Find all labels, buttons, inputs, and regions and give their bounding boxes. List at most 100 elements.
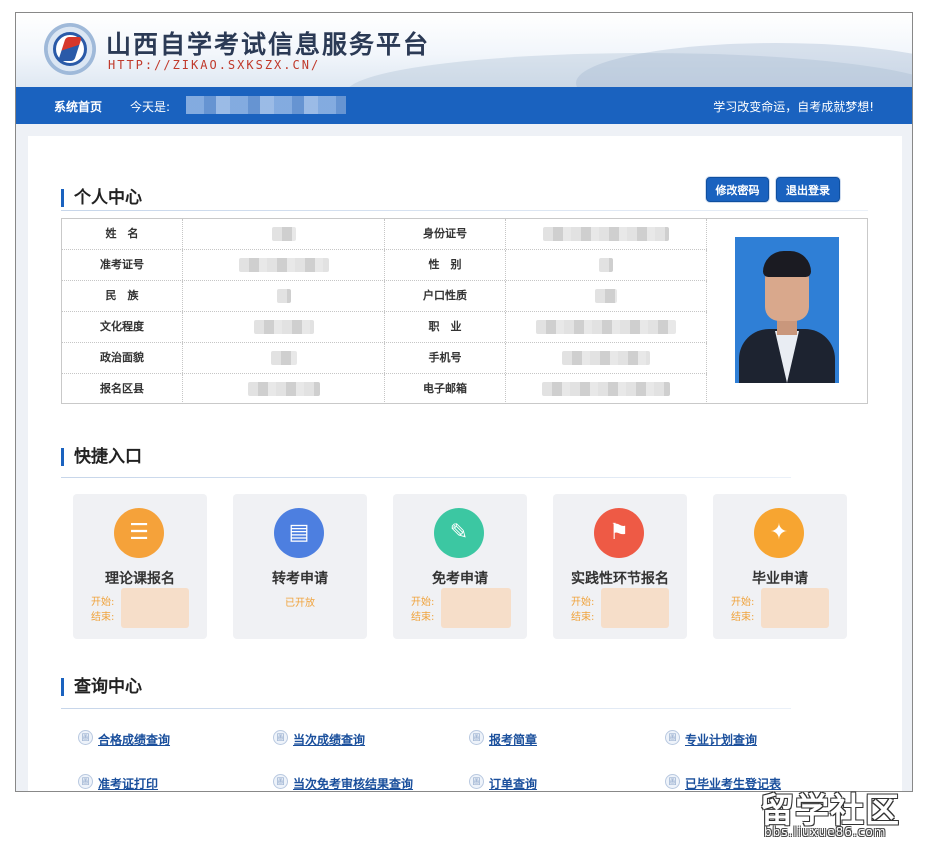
logout-button[interactable]: 退出登录: [776, 177, 840, 202]
blurred-value: [543, 227, 669, 241]
field-label-name: 姓 名: [62, 219, 183, 249]
blurred-value: [270, 351, 297, 365]
nav-slogan: 学习改变命运，自考成就梦想!: [713, 100, 874, 114]
document-icon: 圖: [273, 774, 288, 789]
end-label: 结束:: [91, 612, 115, 623]
stack-icon: ☰: [114, 508, 164, 558]
personal-center-title: 个人中心: [61, 189, 142, 207]
document-icon: 圖: [665, 774, 680, 789]
site-url[interactable]: HTTP://ZIKAO.SXKSZX.CN/: [108, 58, 320, 72]
end-label: 结束:: [411, 612, 435, 623]
browser-frame: 山西自学考试信息服务平台 HTTP://ZIKAO.SXKSZX.CN/ 系统首…: [15, 12, 913, 792]
nav-home-link[interactable]: 系统首页: [54, 98, 102, 115]
section-divider: [61, 708, 791, 709]
field-value-household-type: [506, 281, 707, 311]
query-link-current-scores[interactable]: 当次成绩查询: [293, 731, 365, 748]
blurred-value: [562, 351, 650, 365]
start-label: 开始:: [91, 597, 115, 608]
query-link-exemption-results[interactable]: 当次免考审核结果查询: [293, 775, 413, 791]
blurred-dates: [761, 588, 829, 628]
blurred-dates: [601, 588, 669, 628]
field-label-household-type: 户口性质: [385, 281, 506, 311]
blurred-value: [238, 258, 329, 272]
end-label: 结束:: [731, 612, 755, 623]
field-value-political-status: [183, 343, 385, 373]
blurred-value: [599, 258, 613, 272]
status-open: 已开放: [285, 598, 315, 609]
nav-bar: 系统首页 今天是: 学习改变命运，自考成就梦想!: [16, 87, 912, 124]
personal-info-table: 姓 名 身份证号 准考证号 性 别 民 族 户口性质 文化程度 职 业 政治面貌…: [61, 218, 868, 404]
field-value-name: [183, 219, 385, 249]
quick-card-label: 转考申请: [272, 571, 328, 587]
query-link-exam-guide[interactable]: 报考简章: [489, 731, 537, 748]
table-row: 姓 名 身份证号: [62, 219, 707, 250]
start-label: 开始:: [411, 597, 435, 608]
quick-card-label: 理论课报名: [105, 571, 175, 587]
field-label-education: 文化程度: [62, 312, 183, 342]
field-value-district: [183, 374, 385, 404]
blurred-value: [276, 289, 291, 303]
query-center-title: 查询中心: [61, 678, 142, 696]
field-value-admission-number: [183, 250, 385, 280]
query-link-admission-print[interactable]: 准考证打印: [98, 775, 158, 791]
quick-card-exemption-application[interactable]: ✎ 免考申请 开始: 结束:: [393, 494, 527, 639]
field-value-email: [506, 374, 707, 404]
field-label-phone: 手机号: [385, 343, 506, 373]
quick-card-label: 免考申请: [432, 571, 488, 587]
quick-card-theory-registration[interactable]: ☰ 理论课报名 开始: 结束:: [73, 494, 207, 639]
section-divider: [61, 210, 868, 211]
nav-today-label: 今天是:: [130, 100, 171, 114]
query-link-pass-scores[interactable]: 合格成绩查询: [98, 731, 170, 748]
start-label: 开始:: [731, 597, 755, 608]
document-icon: 圖: [665, 730, 680, 745]
graduation-cap-icon: ✦: [754, 508, 804, 558]
watermark-url: bbs.liuxue86.com: [764, 825, 887, 839]
photo-cell: [707, 219, 867, 403]
main-panel: 个人中心 修改密码 退出登录 姓 名 身份证号 准考证号 性 别 民 族 户口性…: [28, 136, 902, 791]
header-background-hill: [576, 43, 912, 87]
start-label: 开始:: [571, 597, 595, 608]
document-icon: 圖: [469, 774, 484, 789]
quick-card-label: 毕业申请: [752, 571, 808, 587]
quick-card-transfer-application[interactable]: ▤ 转考申请 已开放: [233, 494, 367, 639]
flag-icon: ⚑: [594, 508, 644, 558]
blurred-value: [247, 382, 320, 396]
field-label-email: 电子邮箱: [385, 374, 506, 404]
document-icon: 圖: [469, 730, 484, 745]
field-label-district: 报名区县: [62, 374, 183, 404]
blurred-value: [253, 320, 314, 334]
blurred-value: [536, 320, 676, 334]
change-password-button[interactable]: 修改密码: [706, 177, 769, 202]
table-row: 民 族 户口性质: [62, 281, 707, 312]
table-row: 报名区县 电子邮箱: [62, 374, 707, 405]
table-row: 文化程度 职 业: [62, 312, 707, 343]
field-label-occupation: 职 业: [385, 312, 506, 342]
blurred-dates: [121, 588, 189, 628]
document-icon: 圖: [78, 774, 93, 789]
field-label-id-number: 身份证号: [385, 219, 506, 249]
section-divider: [61, 477, 791, 478]
field-label-political-status: 政治面貌: [62, 343, 183, 373]
quick-card-label: 实践性环节报名: [571, 571, 669, 587]
site-header: 山西自学考试信息服务平台 HTTP://ZIKAO.SXKSZX.CN/: [16, 13, 912, 87]
field-value-occupation: [506, 312, 707, 342]
document-icon: 圖: [78, 730, 93, 745]
quick-card-graduation-application[interactable]: ✦ 毕业申请 开始: 结束:: [713, 494, 847, 639]
table-row: 准考证号 性 别: [62, 250, 707, 281]
blurred-value: [595, 289, 617, 303]
field-value-phone: [506, 343, 707, 373]
field-label-admission-number: 准考证号: [62, 250, 183, 280]
quick-entry-title: 快捷入口: [61, 448, 142, 466]
field-label-ethnicity: 民 族: [62, 281, 183, 311]
field-value-gender: [506, 250, 707, 280]
photo-hair: [763, 251, 811, 277]
quick-card-practice-registration[interactable]: ⚑ 实践性环节报名 开始: 结束:: [553, 494, 687, 639]
document-icon: ▤: [274, 508, 324, 558]
query-link-orders[interactable]: 订单查询: [489, 775, 537, 791]
query-link-major-plan[interactable]: 专业计划查询: [685, 731, 757, 748]
edit-icon: ✎: [434, 508, 484, 558]
watermark: 留学社区 bbs.liuxue86.com: [760, 783, 920, 843]
field-value-education: [183, 312, 385, 342]
nav-date-blurred: [186, 96, 346, 114]
field-label-gender: 性 别: [385, 250, 506, 280]
